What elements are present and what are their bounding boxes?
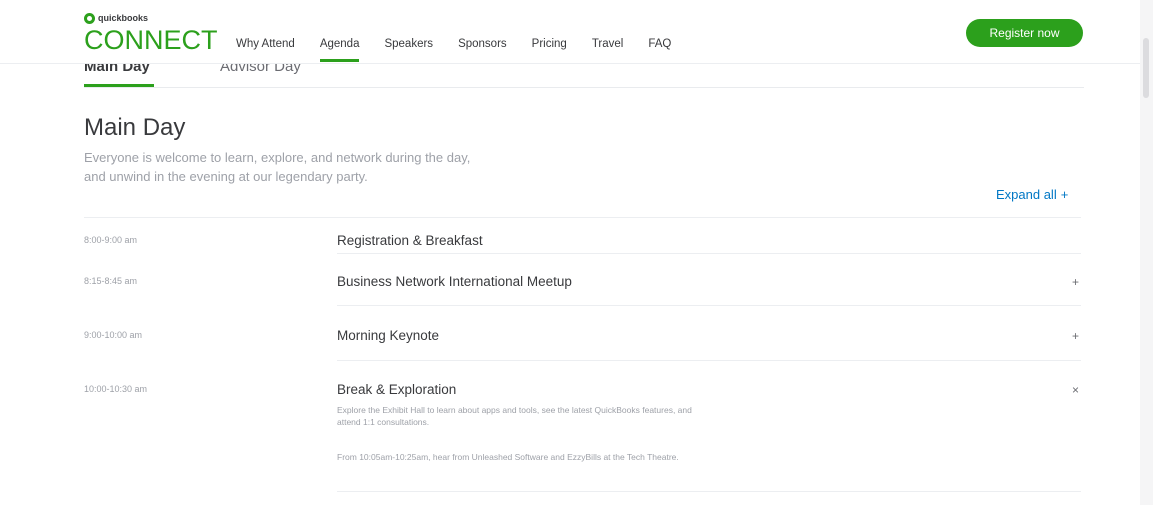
nav-agenda[interactable]: Agenda [319, 38, 359, 62]
agenda-row-divider [337, 253, 1081, 254]
section-description: Everyone is welcome to learn, explore, a… [84, 148, 584, 186]
agenda-row-divider [337, 305, 1081, 306]
agenda-title: Break & Exploration [337, 382, 457, 397]
quickbooks-logo-icon [84, 12, 95, 24]
agenda-row-divider [337, 491, 1081, 492]
expand-all-label: Expand all [996, 187, 1057, 202]
logo-brand-text: quickbooks [98, 13, 149, 23]
section-description-line: Everyone is welcome to learn, explore, a… [84, 150, 471, 165]
agenda-time: 8:15-8:45 am [84, 276, 138, 286]
page: Main Day Advisor Day quickbooks CONNECT … [0, 0, 1153, 505]
scrollbar-thumb[interactable] [1143, 38, 1149, 98]
section-title: Main Day [84, 114, 186, 141]
nav-speakers[interactable]: Speakers [384, 38, 433, 50]
agenda-detail-note: From 10:05am-10:25am, hear from Unleashe… [337, 452, 679, 462]
main-nav: Why Attend Agenda Speakers Sponsors Pric… [236, 38, 696, 62]
expand-plus-icon[interactable]: + [1072, 275, 1079, 289]
collapse-close-icon[interactable]: × [1072, 383, 1079, 397]
page-scrollbar[interactable] [1140, 0, 1153, 505]
nav-faq[interactable]: FAQ [648, 38, 671, 50]
agenda-time: 8:00-9:00 am [84, 235, 138, 245]
nav-why-attend[interactable]: Why Attend [236, 38, 295, 50]
agenda-title: Morning Keynote [337, 328, 440, 343]
expand-all-link[interactable]: Expand all + [996, 187, 1068, 202]
plus-icon: + [1060, 187, 1069, 202]
nav-sponsors[interactable]: Sponsors [458, 38, 507, 50]
register-now-button[interactable]: Register now [966, 19, 1083, 47]
section-description-line: and unwind in the evening at our legenda… [84, 169, 368, 184]
agenda-time: 9:00-10:00 am [84, 330, 143, 340]
agenda-title: Business Network International Meetup [337, 274, 572, 289]
logo-event-text: CONNECT [84, 25, 218, 55]
quickbooks-connect-logo[interactable]: quickbooks CONNECT [84, 12, 218, 58]
agenda-divider [84, 217, 1081, 218]
agenda-row-divider [337, 360, 1081, 361]
agenda-time: 10:00-10:30 am [84, 384, 148, 394]
agenda-title: Registration & Breakfast [337, 233, 483, 248]
active-tab-indicator [84, 84, 154, 87]
nav-travel[interactable]: Travel [592, 38, 624, 50]
nav-pricing[interactable]: Pricing [532, 38, 567, 50]
agenda-detail: Explore the Exhibit Hall to learn about … [337, 404, 897, 428]
agenda-detail-line: Explore the Exhibit Hall to learn about … [337, 405, 692, 415]
agenda-detail-line: attend 1:1 consultations. [337, 417, 430, 427]
site-header: quickbooks CONNECT Why Attend Agenda Spe… [0, 0, 1140, 64]
expand-plus-icon[interactable]: + [1072, 329, 1079, 343]
